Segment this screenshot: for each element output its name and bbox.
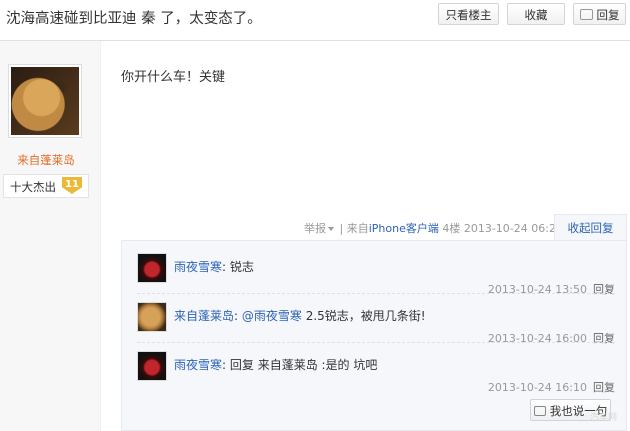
comment-icon [533,405,546,416]
divider [137,293,615,294]
post-meta: 举报 | 来自iPhone客户端 4楼 2013-10-24 06:26 [304,222,563,235]
favorite-button[interactable]: 收藏 [507,3,565,25]
post-timestamp: 2013-10-24 06:26 [463,222,563,235]
avatar[interactable] [137,302,167,332]
reply-button-label: 回复 [596,8,620,22]
reply-timestamp: 2013-10-24 16:10 [487,381,587,394]
reply-link[interactable]: 回复 [593,332,615,345]
source-prefix: 来自 [346,222,369,235]
reply-link[interactable]: 回复 [593,381,615,394]
reply-body: 锐志 [229,260,254,274]
reply-mention[interactable]: @雨夜雪寒 [242,309,302,323]
reply-meta: 2013-10-24 16:00 回复 [488,330,615,346]
reply-username[interactable]: 雨夜雪寒 [174,358,222,372]
dropdown-arrow-icon[interactable] [328,227,334,231]
reply-body: 2.5锐志，被甩几条街! [305,309,426,323]
reply-timestamp: 2013-10-24 13:50 [487,283,587,296]
avatar[interactable] [8,64,82,138]
author-name[interactable]: 来自蓬莱岛 [0,152,92,168]
floor-number: 4楼 [442,222,461,235]
reply-meta: 2013-10-24 16:10 回复 [488,379,615,395]
avatar[interactable] [137,253,167,283]
reply-link[interactable]: 回复 [593,283,615,296]
source-client-link[interactable]: iPhone客户端 [369,222,439,235]
author-sidebar: 来自蓬莱岛 十大杰出 11 [0,41,101,431]
dog-avatar-image [11,67,79,135]
rank-label: 十大杰出 [10,180,56,194]
author-rank: 十大杰出 11 [3,174,89,198]
list-item: 雨夜雪寒: 回复 来自蓬莱岛 :是的 坑吧 2013-10-24 16:10 回复 [137,351,615,398]
reply-text: 雨夜雪寒: 锐志 [174,260,254,274]
reply-list: 雨夜雪寒: 锐志 2013-10-24 13:50 回复 来自蓬莱岛: @雨夜雪寒… [121,240,627,431]
report-link[interactable]: 举报 [304,222,326,235]
reply-username[interactable]: 雨夜雪寒 [174,260,222,274]
reply-text: 来自蓬莱岛: @雨夜雪寒 2.5锐志，被甩几条街! [174,309,426,323]
collapse-replies-button[interactable]: 收起回复 [554,214,627,240]
thread-title: 沈海高速碰到比亚迪 秦 了，太变态了。 [6,11,262,27]
thread-header: 沈海高速碰到比亚迪 秦 了，太变态了。 只看楼主 收藏 回复 [0,0,630,41]
reply-text: 雨夜雪寒: 回复 来自蓬莱岛 :是的 坑吧 [174,358,378,372]
avatar[interactable] [137,351,167,381]
reply-button[interactable]: 回复 [573,3,626,25]
comment-icon [579,9,593,20]
post-content: 你开什么车！关键 [121,70,226,85]
rank-level-badge: 11 [62,177,82,194]
reply-body: 回复 来自蓬莱岛 :是的 坑吧 [229,358,378,372]
reply-timestamp: 2013-10-24 16:00 [487,332,587,345]
only-op-button[interactable]: 只看楼主 [438,3,499,25]
reply-meta: 2013-10-24 13:50 回复 [488,281,615,297]
reply-username[interactable]: 来自蓬莱岛 [174,309,234,323]
watermark: 汽车网 [590,413,618,423]
divider [137,342,615,343]
